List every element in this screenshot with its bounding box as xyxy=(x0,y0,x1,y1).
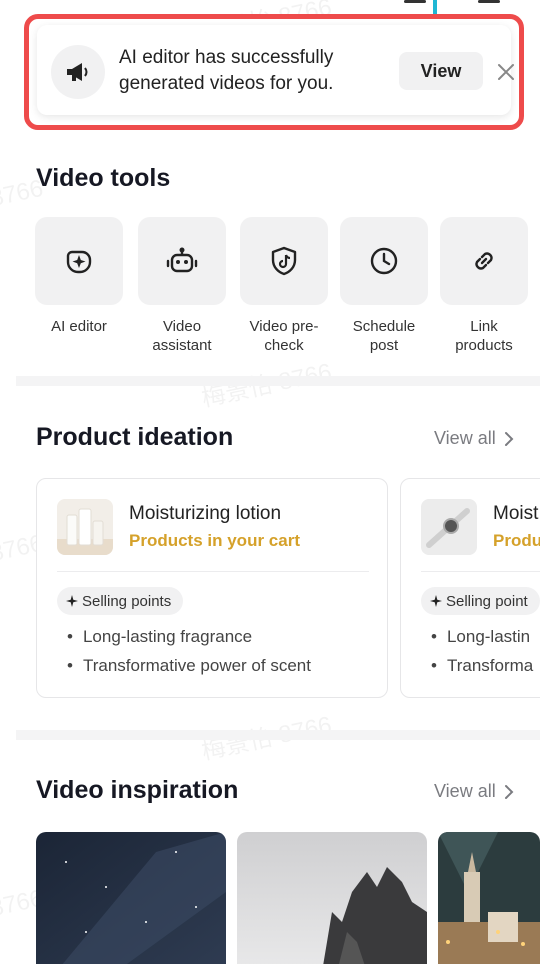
inspiration-video-thumbnail[interactable] xyxy=(438,832,540,964)
inspiration-video-thumbnail[interactable] xyxy=(237,832,427,964)
product-name: Moist xyxy=(493,503,539,524)
view-button[interactable]: View xyxy=(399,52,483,90)
tool-label: AI editor xyxy=(51,318,107,335)
tool-link-products[interactable]: Link products xyxy=(440,217,528,355)
shield-check-icon xyxy=(240,217,328,305)
video-tools-title: Video tools xyxy=(36,164,171,192)
product-name: Moisturizing lotion xyxy=(129,503,282,524)
view-all-label: View all xyxy=(434,781,496,801)
notification-highlight: AI editor has successfully generated vid… xyxy=(24,14,524,130)
section-divider xyxy=(16,730,540,740)
status-indicator xyxy=(478,0,500,3)
tool-schedule-post[interactable]: Schedule post xyxy=(340,217,428,355)
selling-point: Long-lasting fragrance xyxy=(67,627,252,647)
product-card[interactable]: Moist Produ Selling point Long-lastin Tr… xyxy=(400,478,540,698)
card-separator xyxy=(421,571,540,572)
tool-label: Video pre-check xyxy=(249,318,319,354)
megaphone-icon xyxy=(51,45,105,99)
sparkle-icon xyxy=(66,595,78,607)
tool-label: Video assistant xyxy=(152,318,212,354)
card-separator xyxy=(57,571,369,572)
robot-icon xyxy=(138,217,226,305)
status-indicator xyxy=(404,0,426,3)
close-icon[interactable] xyxy=(497,63,515,81)
video-inspiration-title: Video inspiration xyxy=(36,776,239,804)
product-source: Produ xyxy=(493,531,540,550)
product-card[interactable]: Moisturizing lotion Products in your car… xyxy=(36,478,388,698)
video-inspiration-view-all[interactable]: View all xyxy=(434,781,514,802)
selling-point: Transformative power of scent xyxy=(67,656,311,676)
product-thumbnail xyxy=(57,499,113,555)
notification-message: AI editor has successfully generated vid… xyxy=(119,47,334,94)
product-thumbnail xyxy=(421,499,477,555)
selling-points-chip: Selling points xyxy=(57,587,184,615)
tool-ai-editor[interactable]: AI editor xyxy=(35,217,123,336)
inspiration-video-thumbnail[interactable] xyxy=(36,832,226,964)
ai-sparkle-icon xyxy=(35,217,123,305)
tool-label: Link products xyxy=(455,318,513,354)
section-divider xyxy=(16,376,540,386)
tool-label: Schedule post xyxy=(352,318,416,354)
chevron-right-icon xyxy=(504,784,514,799)
chip-label: Selling point xyxy=(446,592,528,610)
notification-banner[interactable]: AI editor has successfully generated vid… xyxy=(37,25,514,115)
tool-video-assistant[interactable]: Video assistant xyxy=(138,217,226,355)
sparkle-icon xyxy=(430,595,442,607)
clock-icon xyxy=(340,217,428,305)
selling-points-chip: Selling point xyxy=(421,587,540,615)
product-ideation-view-all[interactable]: View all xyxy=(434,428,514,449)
product-ideation-title: Product ideation xyxy=(36,423,234,451)
chip-label: Selling points xyxy=(82,592,172,610)
chevron-right-icon xyxy=(504,431,514,446)
link-icon xyxy=(440,217,528,305)
view-all-label: View all xyxy=(434,428,496,448)
tool-video-pre-check[interactable]: Video pre-check xyxy=(240,217,328,355)
app-screen: 梅景怡 8766 8766 梅景怡 8766 梅 8766 梅景怡 8766 8… xyxy=(0,0,540,964)
selling-point: Transforma xyxy=(431,656,533,676)
product-source: Products in your cart xyxy=(129,531,300,550)
selling-point: Long-lastin xyxy=(431,627,530,647)
